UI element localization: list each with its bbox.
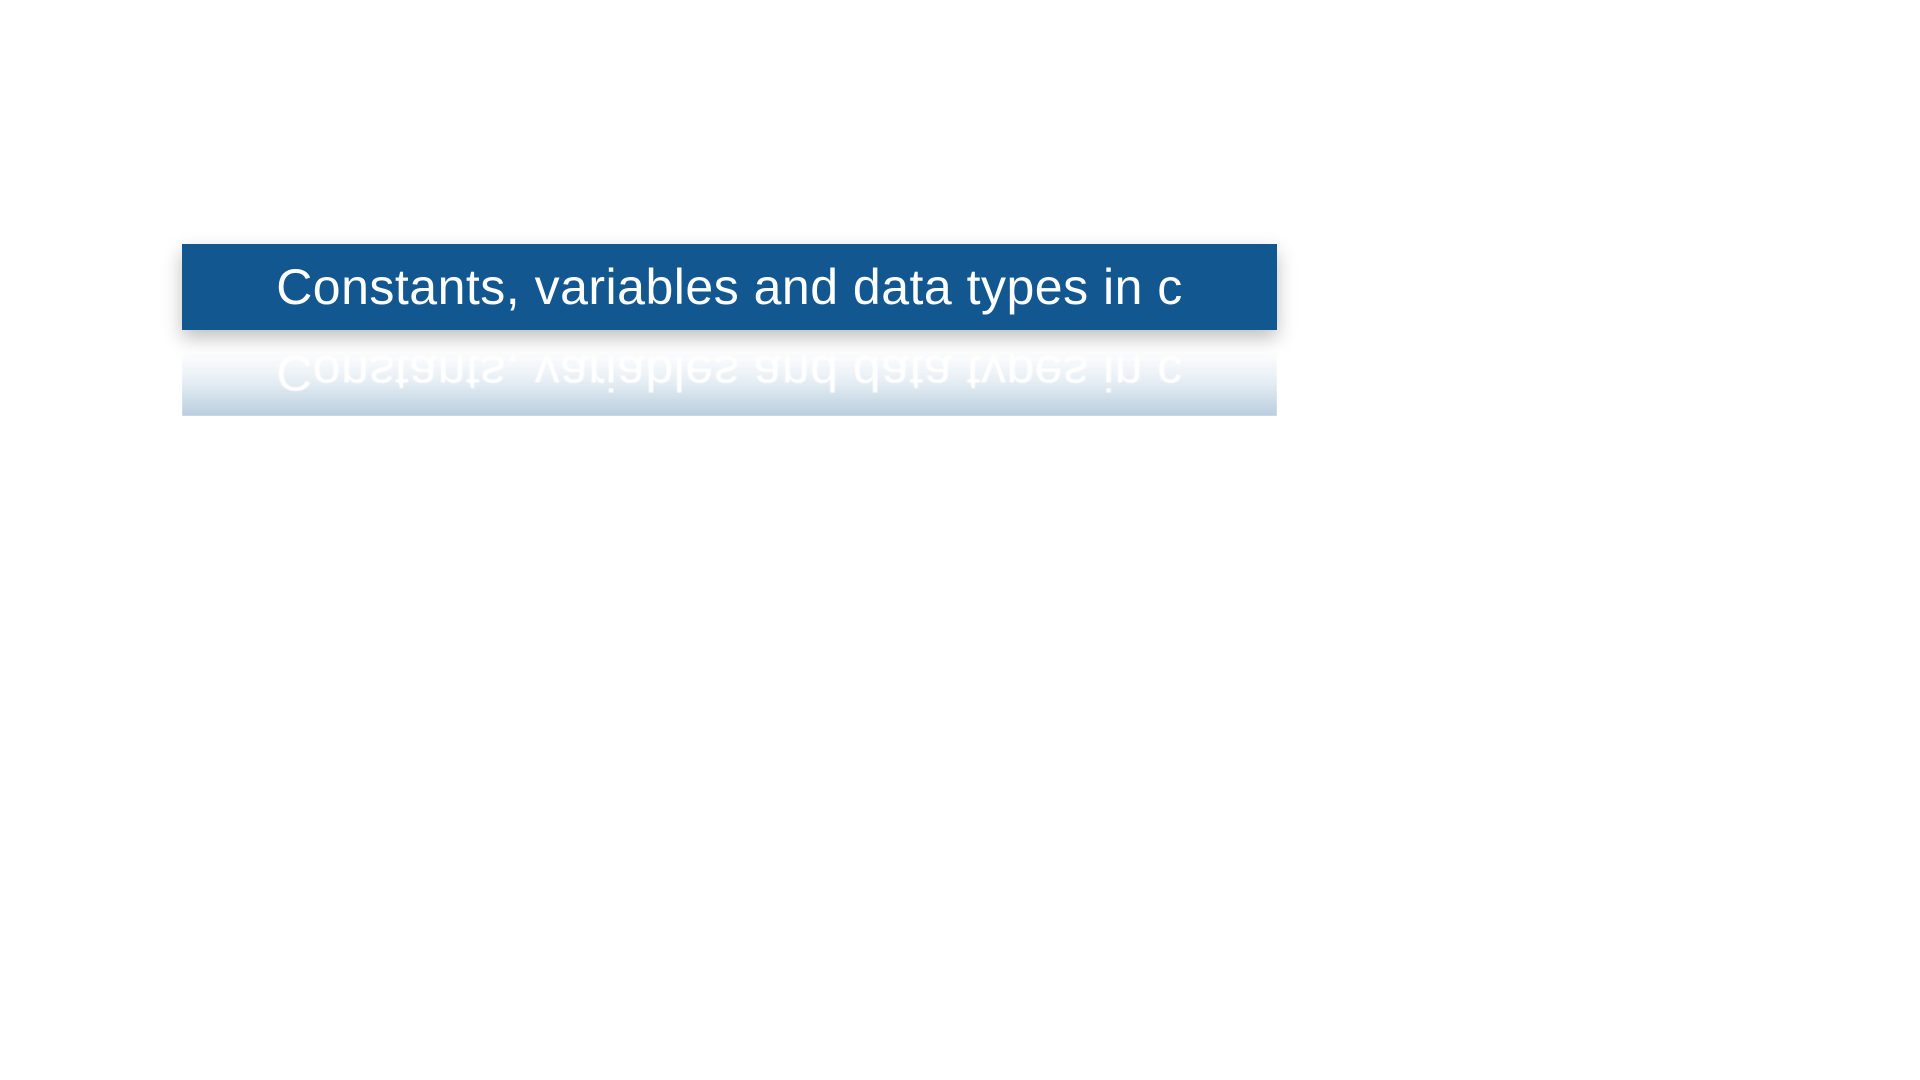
- title-container: Constants, variables and data types in c…: [182, 244, 1277, 416]
- title-box: Constants, variables and data types in c: [182, 244, 1277, 330]
- title-reflection: Constants, variables and data types in c: [182, 330, 1277, 416]
- slide-title: Constants, variables and data types in c: [198, 258, 1261, 316]
- slide-title-reflection: Constants, variables and data types in c: [198, 344, 1261, 402]
- title-box-reflection: Constants, variables and data types in c: [182, 330, 1277, 416]
